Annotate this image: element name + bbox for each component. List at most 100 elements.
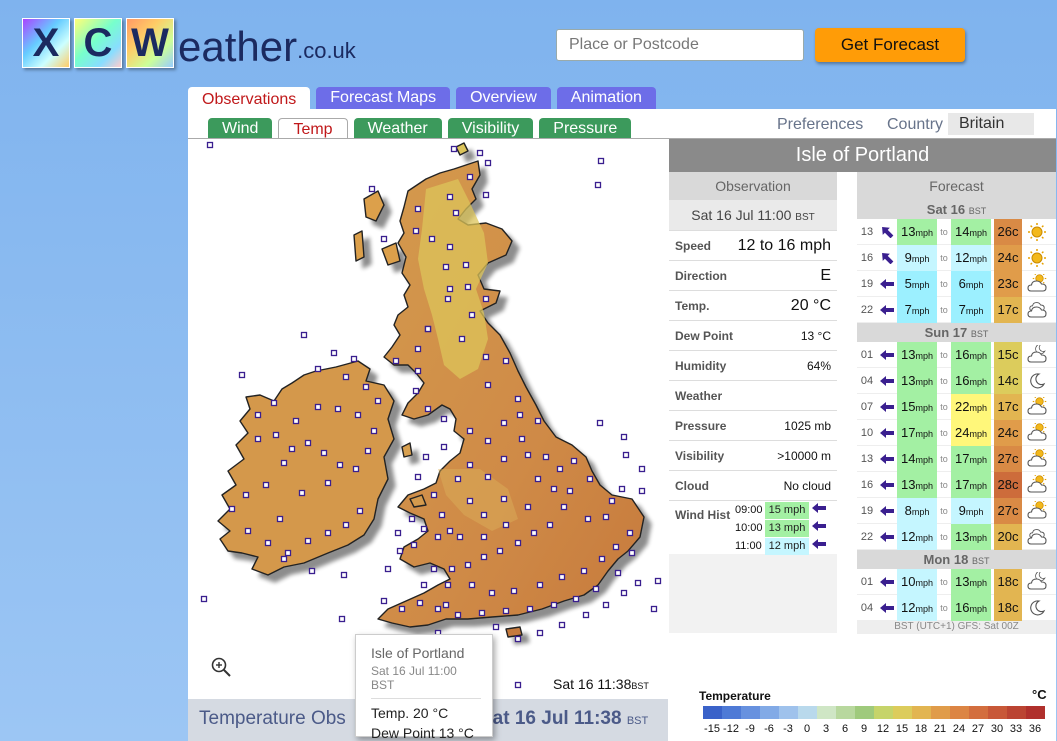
- station-marker[interactable]: [438, 511, 446, 519]
- station-marker[interactable]: [342, 373, 350, 381]
- station-marker[interactable]: [264, 539, 272, 547]
- station-marker[interactable]: [434, 533, 442, 541]
- subtab-wind[interactable]: Wind: [208, 118, 273, 139]
- station-marker[interactable]: [556, 465, 564, 473]
- station-marker[interactable]: [442, 263, 450, 271]
- station-marker[interactable]: [200, 595, 208, 603]
- station-marker[interactable]: [514, 635, 522, 643]
- station-marker[interactable]: [628, 549, 636, 557]
- station-marker[interactable]: [524, 503, 532, 511]
- station-marker[interactable]: [430, 491, 438, 499]
- station-marker[interactable]: [502, 607, 510, 615]
- station-marker[interactable]: [244, 527, 252, 535]
- station-marker[interactable]: [530, 529, 538, 537]
- station-marker[interactable]: [300, 331, 308, 339]
- station-marker[interactable]: [580, 567, 588, 575]
- station-marker[interactable]: [480, 553, 488, 561]
- station-marker[interactable]: [584, 515, 592, 523]
- get-forecast-button[interactable]: Get Forecast: [815, 28, 965, 62]
- station-marker[interactable]: [254, 411, 262, 419]
- station-marker[interactable]: [476, 149, 484, 157]
- station-marker[interactable]: [500, 419, 508, 427]
- station-marker[interactable]: [516, 411, 524, 419]
- station-marker[interactable]: [410, 541, 418, 549]
- station-marker[interactable]: [392, 357, 400, 365]
- station-marker[interactable]: [420, 525, 428, 533]
- station-marker[interactable]: [288, 445, 296, 453]
- station-marker[interactable]: [480, 533, 488, 541]
- station-marker[interactable]: [484, 473, 492, 481]
- station-marker[interactable]: [424, 405, 432, 413]
- station-marker[interactable]: [338, 615, 346, 623]
- station-marker[interactable]: [444, 581, 452, 589]
- station-marker[interactable]: [304, 439, 312, 447]
- station-marker[interactable]: [424, 325, 432, 333]
- station-marker[interactable]: [368, 185, 376, 193]
- station-marker[interactable]: [622, 451, 630, 459]
- station-marker[interactable]: [510, 587, 518, 595]
- station-marker[interactable]: [280, 459, 288, 467]
- station-marker[interactable]: [638, 465, 646, 473]
- station-marker[interactable]: [454, 475, 462, 483]
- station-marker[interactable]: [414, 367, 422, 375]
- station-marker[interactable]: [534, 417, 542, 425]
- station-marker[interactable]: [534, 475, 542, 483]
- station-marker[interactable]: [448, 565, 456, 573]
- station-marker[interactable]: [612, 543, 620, 551]
- station-marker[interactable]: [484, 381, 492, 389]
- station-marker[interactable]: [336, 461, 344, 469]
- station-marker[interactable]: [374, 397, 382, 405]
- station-marker[interactable]: [620, 589, 628, 597]
- station-marker[interactable]: [238, 371, 246, 379]
- zoom-icon[interactable]: [210, 656, 232, 678]
- station-marker[interactable]: [482, 295, 490, 303]
- temperature-map[interactable]: [188, 139, 668, 699]
- station-marker[interactable]: [324, 529, 332, 537]
- station-marker[interactable]: [254, 435, 262, 443]
- station-marker[interactable]: [446, 193, 454, 201]
- station-marker[interactable]: [446, 285, 454, 293]
- station-marker[interactable]: [542, 453, 550, 461]
- station-marker[interactable]: [380, 235, 388, 243]
- station-marker[interactable]: [314, 365, 322, 373]
- station-marker[interactable]: [416, 599, 424, 607]
- station-marker[interactable]: [634, 579, 642, 587]
- station-marker[interactable]: [412, 227, 420, 235]
- station-marker[interactable]: [602, 601, 610, 609]
- station-marker[interactable]: [492, 623, 500, 631]
- station-marker[interactable]: [550, 485, 558, 493]
- station-marker[interactable]: [502, 357, 510, 365]
- station-marker[interactable]: [440, 415, 448, 423]
- station-marker[interactable]: [524, 451, 532, 459]
- station-marker[interactable]: [364, 447, 372, 455]
- station-marker[interactable]: [456, 533, 464, 541]
- station-marker[interactable]: [566, 487, 574, 495]
- station-marker[interactable]: [536, 629, 544, 637]
- station-marker[interactable]: [408, 515, 416, 523]
- station-marker[interactable]: [466, 427, 474, 435]
- station-marker[interactable]: [638, 487, 646, 495]
- station-marker[interactable]: [462, 261, 470, 269]
- station-marker[interactable]: [228, 505, 236, 513]
- station-marker[interactable]: [272, 431, 280, 439]
- place-search-input[interactable]: [556, 29, 804, 61]
- station-marker[interactable]: [414, 345, 422, 353]
- tab-forecast-maps[interactable]: Forecast Maps: [316, 87, 451, 109]
- station-marker[interactable]: [546, 521, 554, 529]
- station-marker[interactable]: [478, 609, 486, 617]
- station-marker[interactable]: [518, 435, 526, 443]
- station-marker[interactable]: [482, 191, 490, 199]
- station-marker[interactable]: [480, 511, 488, 519]
- station-marker[interactable]: [502, 521, 510, 529]
- station-marker[interactable]: [342, 521, 350, 529]
- station-marker[interactable]: [466, 173, 474, 181]
- station-marker[interactable]: [452, 209, 460, 217]
- station-marker[interactable]: [586, 475, 594, 483]
- station-marker[interactable]: [262, 481, 270, 489]
- station-marker[interactable]: [284, 549, 292, 557]
- station-marker[interactable]: [500, 495, 508, 503]
- station-marker[interactable]: [572, 595, 580, 603]
- subtab-visibility[interactable]: Visibility: [447, 118, 534, 139]
- station-marker[interactable]: [308, 567, 316, 575]
- station-marker[interactable]: [362, 383, 370, 391]
